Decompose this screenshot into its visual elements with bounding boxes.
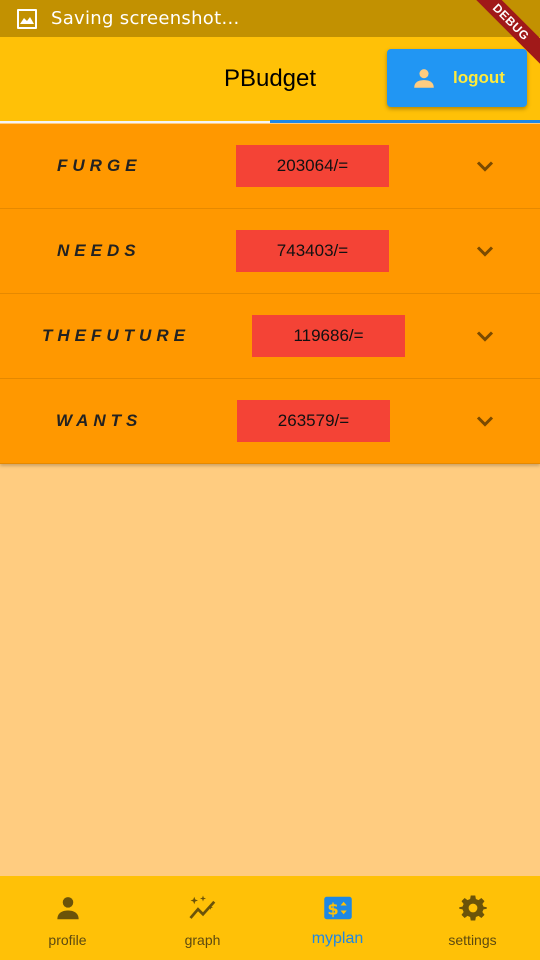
status-text: Saving screenshot... bbox=[51, 8, 240, 29]
chevron-down-icon[interactable] bbox=[473, 324, 497, 348]
tab-indicator bbox=[270, 120, 540, 123]
nav-item-graph[interactable]: graph bbox=[135, 876, 270, 960]
chevron-down-icon[interactable] bbox=[473, 239, 497, 263]
plan-amount: 119686/= bbox=[252, 315, 405, 357]
gear-icon bbox=[458, 895, 487, 921]
plan-amount: 743403/= bbox=[236, 230, 389, 272]
nav-item-settings[interactable]: settings bbox=[405, 876, 540, 960]
logout-button[interactable]: logout bbox=[387, 49, 527, 107]
nav-item-profile[interactable]: profile bbox=[0, 876, 135, 960]
nav-item-myplan[interactable]: $ myplan bbox=[270, 876, 405, 960]
plan-name: NEEDS bbox=[57, 241, 141, 260]
image-icon bbox=[17, 8, 37, 29]
person-icon bbox=[414, 69, 434, 88]
nav-label-profile: profile bbox=[48, 932, 87, 948]
plan-name: WANTS bbox=[56, 411, 143, 430]
bottom-nav: profile graph $ myplan settings bbox=[0, 876, 540, 960]
plan-row-furge[interactable]: FURGE 203064/= bbox=[0, 124, 540, 209]
plan-row-wants[interactable]: WANTS 263579/= bbox=[0, 379, 540, 464]
status-bar: Saving screenshot... bbox=[0, 0, 540, 37]
logout-label: logout bbox=[453, 68, 505, 87]
app-bar: PBudget logout bbox=[0, 37, 540, 123]
nav-label-myplan: myplan bbox=[311, 930, 364, 947]
plan-amount: 203064/= bbox=[236, 145, 389, 187]
plan-row-thefuture[interactable]: THEFUTURE 119686/= bbox=[0, 294, 540, 379]
tab-indicator-track bbox=[0, 121, 270, 123]
chevron-down-icon[interactable] bbox=[473, 154, 497, 178]
nav-label-graph: graph bbox=[184, 932, 221, 948]
svg-text:$: $ bbox=[327, 899, 338, 918]
nav-label-settings: settings bbox=[448, 932, 497, 948]
price-change-icon: $ bbox=[323, 896, 352, 920]
chevron-down-icon[interactable] bbox=[473, 409, 497, 433]
person-icon bbox=[56, 897, 79, 920]
plan-amount: 263579/= bbox=[237, 400, 390, 442]
plan-list: FURGE 203064/= NEEDS 743403/= THEFUTURE … bbox=[0, 124, 540, 464]
plan-name: FURGE bbox=[57, 156, 142, 175]
plan-row-needs[interactable]: NEEDS 743403/= bbox=[0, 209, 540, 294]
plan-name: THEFUTURE bbox=[42, 326, 190, 345]
auto-graph-icon bbox=[188, 895, 215, 919]
